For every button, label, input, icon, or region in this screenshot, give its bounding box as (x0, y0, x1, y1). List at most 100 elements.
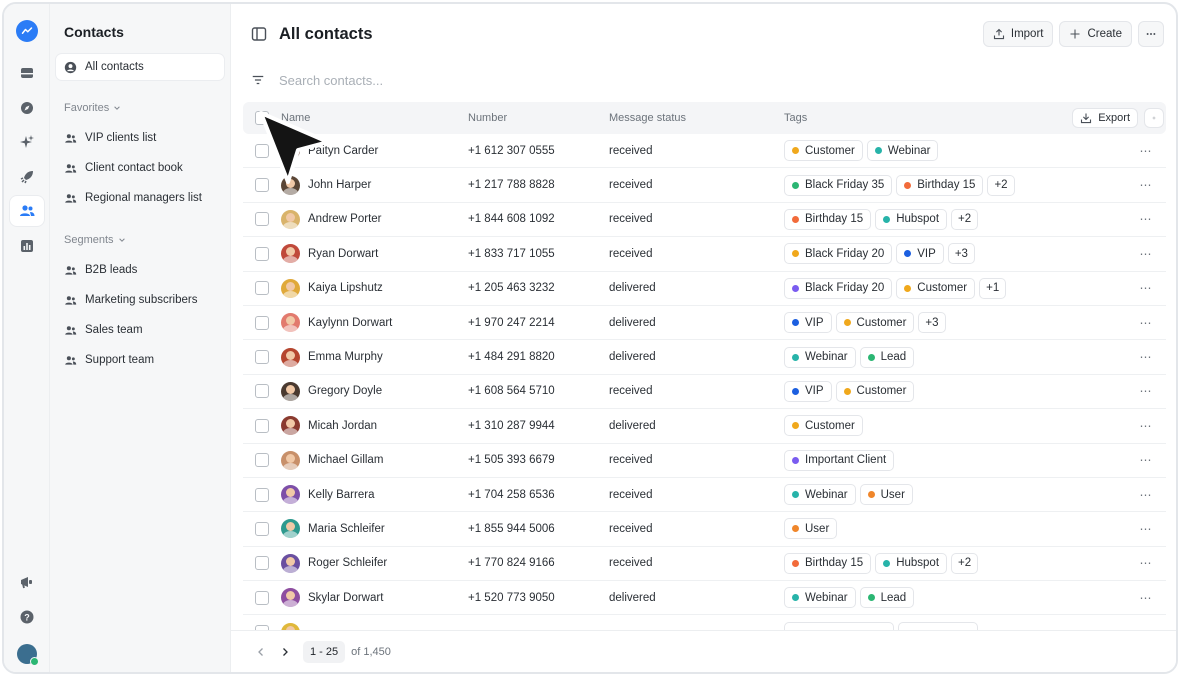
table-row[interactable]: Michael Gillam +1 505 393 6679 received Imp… (243, 444, 1166, 478)
sidebar-item-vip-clients-list[interactable]: VIP clients list (56, 124, 224, 152)
tag-chip[interactable]: Webinar (784, 484, 856, 506)
tag-chip[interactable]: Important Client (784, 449, 895, 471)
row-actions-icon[interactable]: ⋯ (1126, 281, 1166, 295)
contact-name[interactable]: Roger Schleifer (308, 557, 387, 569)
tag-chip[interactable]: Customer (835, 380, 915, 402)
row-actions-icon[interactable]: ⋯ (1126, 247, 1166, 261)
row-actions-icon[interactable]: ⋯ (1126, 350, 1166, 364)
rocket-icon[interactable] (10, 162, 44, 192)
more-tags-chip[interactable]: +1 (979, 277, 1007, 299)
tag-chip[interactable]: Lead (859, 587, 915, 609)
tag-chip[interactable]: Lead (859, 346, 915, 368)
contacts-icon[interactable] (9, 196, 44, 226)
row-checkbox[interactable] (255, 350, 269, 365)
inbox-icon[interactable] (10, 58, 44, 88)
tag-chip[interactable]: Webinar (866, 140, 939, 162)
more-tags-chip[interactable]: +2 (951, 552, 979, 574)
tag-chip[interactable]: Black Friday 35 (784, 174, 893, 196)
table-row[interactable]: Andrew Porter +1 844 608 1092 received Birt… (243, 203, 1166, 238)
row-checkbox[interactable] (255, 418, 269, 433)
contact-name[interactable]: Paityn Carder (308, 145, 378, 157)
table-row[interactable]: Roger Schleifer +1 770 824 9166 received Bi… (243, 547, 1166, 582)
row-actions-icon[interactable]: ⋯ (1126, 556, 1166, 570)
row-actions-icon[interactable]: ⋯ (1126, 419, 1166, 433)
tag-chip[interactable]: Birthday 15 (784, 552, 872, 574)
tag-chip[interactable]: Black Friday 20 (784, 277, 893, 299)
row-actions-icon[interactable]: ⋯ (1126, 522, 1166, 536)
app-logo-icon[interactable] (15, 20, 38, 42)
tag-chip[interactable]: Birthday 15 (896, 174, 984, 196)
table-row[interactable]: Gregory Doyle +1 608 564 5710 received VIP C… (243, 375, 1166, 410)
tag-chip[interactable]: Webinar (784, 587, 856, 609)
tag-chip[interactable]: Hubspot (875, 208, 948, 230)
contact-name[interactable]: Micah Jordan (308, 420, 377, 432)
import-button[interactable]: Import (982, 21, 1054, 47)
more-tags-chip[interactable]: +3 (918, 312, 946, 334)
analytics-icon[interactable] (10, 231, 44, 261)
search-input[interactable] (279, 72, 679, 88)
row-actions-icon[interactable]: ⋯ (1126, 384, 1166, 398)
tag-chip[interactable]: Webinar (784, 346, 856, 368)
table-row[interactable]: Kaylynn Dorwart +1 970 247 2214 delivered V… (243, 306, 1166, 341)
column-header-message-status[interactable]: Message status (609, 112, 784, 124)
page-range[interactable]: 1 - 25 (303, 640, 346, 663)
segments-group-toggle[interactable]: Segments (56, 234, 224, 246)
row-checkbox[interactable] (255, 315, 269, 330)
tag-chip[interactable]: Customer (784, 140, 863, 162)
export-button[interactable]: Export (1072, 108, 1138, 128)
table-row[interactable]: Kaiya Lipshutz +1 205 463 3232 delivered Bl… (243, 272, 1166, 306)
sidebar-item-client-contact-book[interactable]: Client contact book (56, 154, 224, 182)
tag-chip[interactable]: VIP (784, 312, 832, 334)
tag-chip[interactable]: Customer (896, 277, 976, 299)
table-row[interactable]: Maria Schleifer +1 855 944 5006 received Us… (243, 512, 1166, 547)
row-checkbox[interactable] (255, 590, 269, 605)
tag-chip[interactable]: Hubspot (875, 552, 948, 574)
sidebar-item-support-team[interactable]: Support team (56, 346, 224, 374)
more-tags-chip[interactable]: +3 (947, 243, 975, 265)
row-actions-icon[interactable]: ⋯ (1126, 144, 1166, 158)
compass-icon[interactable] (10, 93, 44, 123)
toggle-sidebar-icon[interactable] (251, 26, 267, 42)
select-all-checkbox[interactable] (255, 111, 269, 125)
contact-name[interactable]: Emma Murphy (308, 351, 383, 363)
megaphone-icon[interactable] (10, 567, 44, 597)
sparkles-icon[interactable] (10, 127, 44, 157)
table-row[interactable]: John Harper +1 217 788 8828 received Black … (243, 168, 1166, 203)
row-checkbox[interactable] (255, 384, 269, 399)
contact-name[interactable]: Kaiya Lipshutz (308, 282, 383, 294)
table-row[interactable]: Ryan Dorwart +1 833 717 1055 received Black… (243, 237, 1166, 272)
contact-name[interactable]: Ryan Dorwart (308, 248, 378, 260)
row-checkbox[interactable] (255, 556, 269, 571)
sidebar-item-b2b-leads[interactable]: B2B leads (56, 256, 224, 284)
tag-chip[interactable]: Customer (784, 415, 863, 437)
chevron-left-icon[interactable] (255, 646, 267, 658)
contact-name[interactable]: Kaylynn Dorwart (308, 317, 392, 329)
contact-name[interactable]: Maria Schleifer (308, 523, 385, 535)
row-actions-icon[interactable]: ⋯ (1126, 453, 1166, 467)
row-checkbox[interactable] (255, 281, 269, 296)
chevron-right-icon[interactable] (279, 646, 291, 658)
tag-chip[interactable]: VIP (784, 380, 832, 402)
column-header-number[interactable]: Number (468, 112, 609, 124)
row-checkbox[interactable] (255, 521, 269, 536)
row-checkbox[interactable] (255, 246, 269, 261)
column-header-name[interactable]: Name (281, 112, 468, 124)
more-options-button[interactable] (1138, 21, 1164, 47)
filter-icon[interactable] (251, 73, 265, 87)
add-column-button[interactable] (1144, 108, 1164, 128)
help-icon[interactable]: ? (10, 602, 44, 632)
row-actions-icon[interactable]: ⋯ (1126, 488, 1166, 502)
contact-name[interactable]: Skylar Dorwart (308, 592, 383, 604)
row-actions-icon[interactable]: ⋯ (1126, 316, 1166, 330)
create-button[interactable]: Create (1059, 21, 1132, 47)
row-actions-icon[interactable]: ⋯ (1126, 212, 1166, 226)
tag-chip[interactable]: Birthday 15 (784, 208, 872, 230)
row-checkbox[interactable] (255, 453, 269, 468)
row-checkbox[interactable] (255, 487, 269, 502)
favorites-group-toggle[interactable]: Favorites (56, 102, 224, 114)
row-actions-icon[interactable]: ⋯ (1126, 178, 1166, 192)
contact-name[interactable]: Michael Gillam (308, 454, 383, 466)
sidebar-item-sales-team[interactable]: Sales team (56, 316, 224, 344)
sidebar-item-regional-managers-list[interactable]: Regional managers list (56, 184, 224, 212)
sidebar-item-marketing-subscribers[interactable]: Marketing subscribers (56, 286, 224, 314)
